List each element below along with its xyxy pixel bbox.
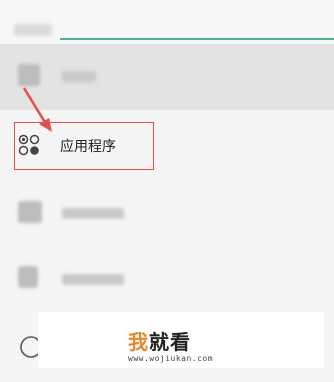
- storage-icon: [18, 64, 40, 86]
- blurred-search-text: [14, 24, 52, 36]
- search-underline: [60, 38, 334, 40]
- menu-item-blurred-label: [62, 208, 124, 219]
- watermark-url: www.wojiukan.com: [128, 354, 214, 363]
- highlight-box: [14, 122, 154, 170]
- menu-item-blurred-1[interactable]: [0, 180, 334, 244]
- blurred-icon: [18, 266, 38, 288]
- watermark-logo: 我就看: [128, 330, 191, 354]
- menu-item-blurred-label: [62, 71, 96, 82]
- menu-item-blurred-label: [62, 274, 124, 285]
- blurred-icon: [18, 201, 42, 223]
- menu-item-blurred-2[interactable]: [0, 244, 334, 308]
- menu-item-storage[interactable]: [0, 44, 334, 108]
